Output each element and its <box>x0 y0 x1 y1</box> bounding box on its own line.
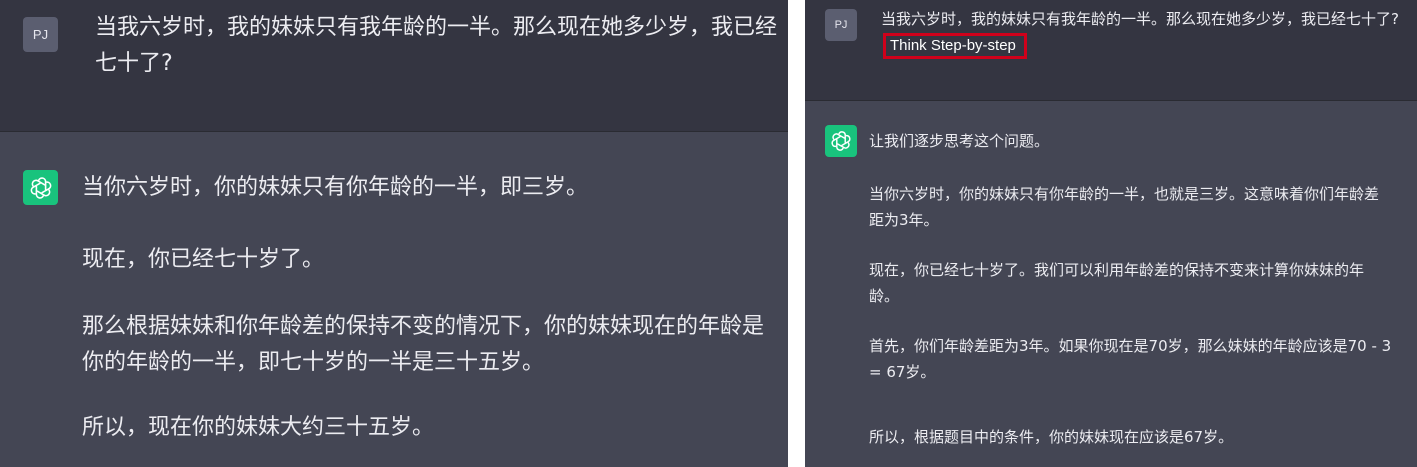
user-message-row: PJ 当我六岁时，我的妹妹只有我年龄的一半。那么现在她多少岁，我已经七十了? <box>0 0 788 132</box>
assistant-paragraph: 所以，现在你的妹妹大约三十五岁。 <box>82 415 435 440</box>
user-message-main: 当我六岁时，我的妹妹只有我年龄的一半。那么现在她多少岁，我已经七十了? <box>881 10 1399 28</box>
user-message-text: 当我六岁时，我的妹妹只有我年龄的一半。那么现在她多少岁，我已经七十了? <box>95 15 778 76</box>
assistant-paragraph: 那么根据妹妹和你年龄差的保持不变的情况下，你的妹妹现在的年龄是你的年龄的一半，即… <box>82 314 765 375</box>
assistant-paragraph: 所以，根据题目中的条件，你的妹妹现在应该是67岁。 <box>869 428 1234 446</box>
assistant-paragraph: 当你六岁时，你的妹妹只有你年龄的一半，即三岁。 <box>82 175 589 200</box>
assistant-paragraph: 现在，你已经七十岁了。 <box>82 247 325 272</box>
user-avatar: PJ <box>23 17 58 52</box>
assistant-paragraph: 现在，你已经七十岁了。我们可以利用年龄差的保持不变来计算你妹妹的年龄。 <box>869 261 1365 305</box>
assistant-paragraph: 首先，你们年龄差距为3年。如果你现在是70岁，那么妹妹的年龄应该是70 - 3 … <box>869 337 1392 381</box>
user-message-row: PJ 当我六岁时，我的妹妹只有我年龄的一半。那么现在她多少岁，我已经七十了? Th… <box>805 0 1417 101</box>
chat-panel-right: PJ 当我六岁时，我的妹妹只有我年龄的一半。那么现在她多少岁，我已经七十了? Th… <box>805 0 1417 467</box>
user-message-text: 当我六岁时，我的妹妹只有我年龄的一半。那么现在她多少岁，我已经七十了? Think… <box>881 6 1401 59</box>
user-avatar: PJ <box>825 9 857 41</box>
assistant-paragraph: 当你六岁时，你的妹妹只有你年龄的一半，也就是三岁。这意味着你们年龄差距为3年。 <box>869 185 1380 229</box>
openai-logo-icon <box>825 125 857 157</box>
assistant-paragraph: 让我们逐步思考这个问题。 <box>869 132 1050 150</box>
chat-panel-left: PJ 当我六岁时，我的妹妹只有我年龄的一半。那么现在她多少岁，我已经七十了? 当… <box>0 0 788 467</box>
openai-logo-icon <box>23 170 58 205</box>
highlighted-prompt-suffix: Think Step-by-step <box>883 33 1027 59</box>
